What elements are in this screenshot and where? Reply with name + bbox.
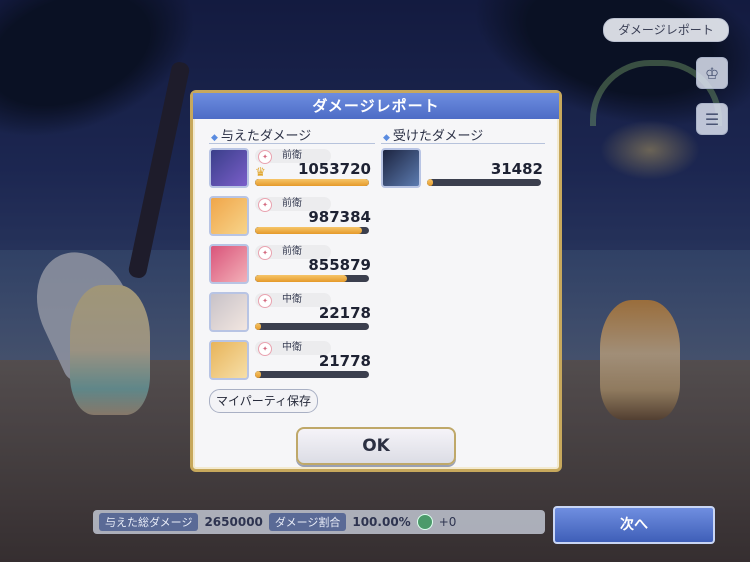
menu-icon[interactable]: ☰ [696,103,728,135]
position-label: 中衛 [282,294,302,305]
position-icon: ✦ [258,342,272,356]
position-icon: ✦ [258,246,272,260]
next-button[interactable]: 次へ [553,506,715,544]
damage-ratio-label: ダメージ割合 [268,513,347,531]
damage-value: 22178 [318,304,371,322]
damage-bar-fill [255,227,363,234]
position-label: 前衛 [282,246,302,257]
party-icon[interactable]: ♔ [696,57,728,89]
position-icon: ✦ [258,294,272,308]
position-icon: ✦ [258,198,272,212]
damage-bar [255,275,369,282]
damage-value: 1053720 [297,160,371,178]
character-portrait[interactable] [209,196,249,236]
received-damage-heading: ◆ 受けたダメージ [383,125,483,144]
crown-icon: ♛ [255,165,266,179]
total-damage-label: 与えた総ダメージ [99,513,199,531]
received-damage-title: 受けたダメージ [392,129,484,144]
position-label: 前衛 [282,198,302,209]
damage-bar [255,323,369,330]
damage-row: ✦ 中衛 21778 [209,340,371,386]
damage-bar [255,179,369,186]
diamond-icon: ◆ [383,133,390,143]
damage-bar [427,179,541,186]
damage-bar-fill [427,179,433,186]
damage-bar-fill [255,179,369,186]
character-portrait[interactable] [209,292,249,332]
character-portrait[interactable] [209,148,249,188]
damage-report-button[interactable]: ダメージレポート [603,18,729,42]
character-portrait[interactable] [209,340,249,380]
save-party-button[interactable]: マイパーティ保存 [209,389,319,413]
dealt-damage-title: 与えたダメージ [220,129,312,144]
damage-value: 855879 [308,256,371,274]
bonus-value: +0 [438,515,457,529]
damage-bar-fill [255,323,261,330]
damage-row: ✦ 前衛 987384 [209,196,371,242]
divider [381,143,545,144]
divider [209,143,375,144]
damage-row: ✦ 前衛 ♛ 1053720 [209,148,371,194]
damage-bar-fill [255,275,348,282]
character-portrait[interactable] [381,148,421,188]
damage-ratio-value: 100.00% [352,515,411,529]
damage-value: 31482 [490,160,543,178]
battle-summary-bar: 与えた総ダメージ 2650000 ダメージ割合 100.00% +0 [93,510,545,534]
damage-row: 31482 [381,148,543,194]
damage-value: 21778 [318,352,371,370]
ok-button[interactable]: OK [296,427,456,465]
damage-bar-fill [255,371,261,378]
total-damage-value: 2650000 [204,515,263,529]
character-portrait[interactable] [209,244,249,284]
damage-row: ✦ 中衛 22178 [209,292,371,338]
position-icon: ✦ [258,150,272,164]
bonus-icon [416,514,433,530]
damage-bar [255,371,369,378]
position-label: 中衛 [282,342,302,353]
dialog-title: ダメージレポート [193,93,559,119]
damage-bar [255,227,369,234]
dealt-damage-heading: ◆ 与えたダメージ [211,125,311,144]
damage-value: 987384 [308,208,371,226]
damage-report-dialog: ダメージレポート ◆ 与えたダメージ ◆ 受けたダメージ ✦ 前衛 ♛ 1053720 ✦ 前… [190,90,562,472]
damage-row: ✦ 前衛 855879 [209,244,371,290]
diamond-icon: ◆ [211,133,218,143]
